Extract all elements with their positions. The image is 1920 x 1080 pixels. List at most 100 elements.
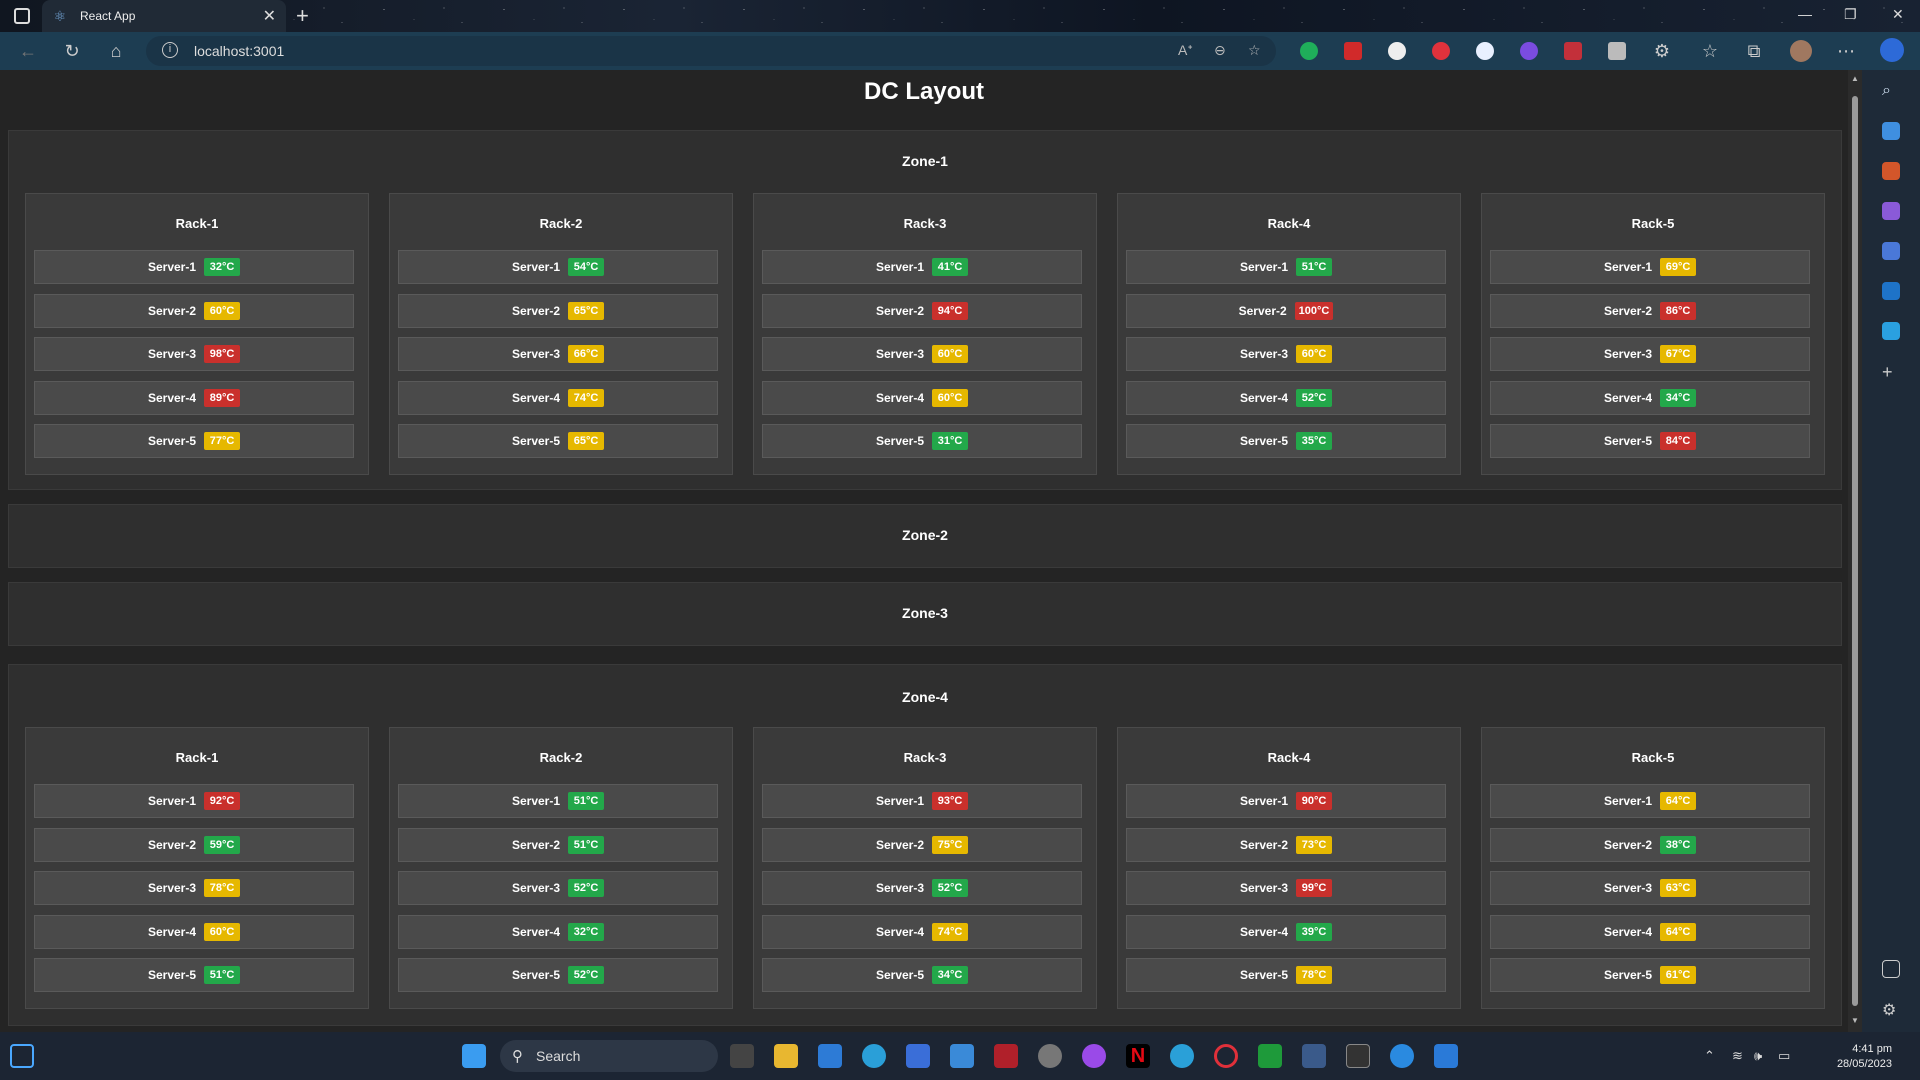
zoom-icon[interactable]: ⊖ (1214, 42, 1226, 59)
server-row[interactable]: Server-2 65°C (398, 293, 718, 328)
server-row[interactable]: Server-4 39°C (1126, 914, 1446, 949)
outlook-icon[interactable] (1882, 282, 1900, 300)
server-row[interactable]: Server-2 60°C (34, 293, 354, 328)
server-row[interactable]: Server-4 60°C (34, 914, 354, 949)
server-row[interactable]: Server-1 54°C (398, 250, 718, 284)
server-row[interactable]: Server-4 60°C (762, 380, 1082, 415)
opera-icon[interactable] (1214, 1044, 1238, 1068)
server-row[interactable]: Server-5 61°C (1490, 958, 1810, 992)
shopping-icon[interactable] (1882, 122, 1900, 140)
bing-chat-icon[interactable] (1880, 38, 1904, 62)
server-row[interactable]: Server-3 52°C (762, 871, 1082, 905)
minimize-icon[interactable]: — (1798, 6, 1812, 22)
site-info-icon[interactable]: i (162, 42, 178, 58)
edge-icon[interactable] (862, 1044, 886, 1068)
scroll-down-icon[interactable]: ▼ (1851, 1016, 1859, 1025)
server-row[interactable]: Server-1 41°C (762, 250, 1082, 284)
mail-icon[interactable] (818, 1044, 842, 1068)
search-icon[interactable]: ⌕ (1882, 82, 1900, 100)
server-row[interactable]: Server-3 67°C (1490, 337, 1810, 371)
messenger-icon[interactable] (1082, 1044, 1106, 1068)
tab-actions-icon[interactable] (14, 8, 30, 24)
extensions-icon[interactable]: ⚙ (1652, 41, 1672, 61)
taskbar-clock[interactable]: 4:41 pm 28/05/2023 (1812, 1042, 1892, 1072)
collections-icon[interactable]: ⧉ (1744, 41, 1764, 61)
server-row[interactable]: Server-3 60°C (1126, 337, 1446, 371)
app-icon[interactable] (994, 1044, 1018, 1068)
server-row[interactable]: Server-5 77°C (34, 424, 354, 458)
tools-icon[interactable] (1882, 162, 1900, 180)
hide-sidebar-icon[interactable] (1882, 960, 1900, 978)
docker-icon[interactable] (1390, 1044, 1414, 1068)
server-row[interactable]: Server-5 65°C (398, 424, 718, 458)
restore-icon[interactable]: ❐ (1844, 6, 1857, 23)
server-row[interactable]: Server-5 78°C (1126, 958, 1446, 992)
xbox-icon[interactable] (1258, 1044, 1282, 1068)
video-extension-icon[interactable] (1344, 42, 1362, 60)
server-row[interactable]: Server-5 52°C (398, 958, 718, 992)
server-row[interactable]: Server-2 59°C (34, 827, 354, 862)
server-row[interactable]: Server-5 51°C (34, 958, 354, 992)
favorites-icon[interactable]: ☆ (1700, 41, 1720, 61)
new-tab-icon[interactable]: + (296, 3, 309, 29)
server-row[interactable]: Server-2 51°C (398, 827, 718, 862)
app-icon[interactable] (1302, 1044, 1326, 1068)
close-tab-icon[interactable]: ✕ (263, 6, 276, 26)
server-row[interactable]: Server-4 74°C (398, 380, 718, 415)
battery-icon[interactable]: ▭ (1778, 1048, 1790, 1064)
server-row[interactable]: Server-1 51°C (1126, 250, 1446, 284)
server-row[interactable]: Server-3 66°C (398, 337, 718, 371)
settings-app-icon[interactable] (1038, 1044, 1062, 1068)
show-hidden-icons-icon[interactable]: ⌃ (1704, 1048, 1715, 1064)
reader-extension-icon[interactable] (1564, 42, 1582, 60)
server-row[interactable]: Server-2 73°C (1126, 827, 1446, 862)
read-aloud-icon[interactable]: Aᐩ (1178, 42, 1193, 59)
vscode-icon[interactable] (1434, 1044, 1458, 1068)
server-row[interactable]: Server-4 52°C (1126, 380, 1446, 415)
url-text[interactable]: localhost:3001 (194, 43, 284, 59)
page-scrollbar[interactable]: ▲ ▼ (1848, 70, 1862, 1032)
add-favorite-icon[interactable]: ☆ (1248, 42, 1261, 59)
server-row[interactable]: Server-4 74°C (762, 914, 1082, 949)
server-row[interactable]: Server-2 94°C (762, 293, 1082, 328)
server-row[interactable]: Server-1 93°C (762, 784, 1082, 818)
add-icon[interactable]: + (1882, 362, 1900, 382)
netflix-icon[interactable]: N (1126, 1044, 1150, 1068)
server-row[interactable]: Server-1 64°C (1490, 784, 1810, 818)
server-row[interactable]: Server-4 32°C (398, 914, 718, 949)
settings-icon[interactable]: ⚙ (1882, 1000, 1900, 1019)
server-row[interactable]: Server-1 69°C (1490, 250, 1810, 284)
calendar-icon[interactable] (950, 1044, 974, 1068)
server-row[interactable]: Server-1 51°C (398, 784, 718, 818)
extension-icon[interactable] (1388, 42, 1406, 60)
refresh-icon[interactable]: ↻ (62, 41, 82, 61)
server-row[interactable]: Server-1 92°C (34, 784, 354, 818)
server-row[interactable]: Server-3 60°C (762, 337, 1082, 371)
back-icon[interactable]: ← (18, 41, 38, 61)
microsoft365-icon[interactable] (1882, 242, 1900, 260)
file-explorer-icon[interactable] (774, 1044, 798, 1068)
server-row[interactable]: Server-1 90°C (1126, 784, 1446, 818)
address-bar[interactable]: i localhost:3001 Aᐩ ⊖ ☆ (146, 36, 1276, 66)
server-row[interactable]: Server-5 35°C (1126, 424, 1446, 458)
server-row[interactable]: Server-3 52°C (398, 871, 718, 905)
server-row[interactable]: Server-4 34°C (1490, 380, 1810, 415)
server-row[interactable]: Server-2 38°C (1490, 827, 1810, 862)
server-row[interactable]: Server-3 98°C (34, 337, 354, 371)
grammarly-icon[interactable] (1300, 42, 1318, 60)
server-row[interactable]: Server-4 89°C (34, 380, 354, 415)
taskbar-search[interactable]: ⚲ Search (500, 1040, 718, 1072)
server-row[interactable]: Server-3 78°C (34, 871, 354, 905)
scroll-thumb[interactable] (1852, 96, 1858, 1006)
close-window-icon[interactable]: ✕ (1892, 6, 1904, 23)
server-row[interactable]: Server-2 75°C (762, 827, 1082, 862)
server-row[interactable]: Server-3 63°C (1490, 871, 1810, 905)
vpn-extension-icon[interactable] (1520, 42, 1538, 60)
drop-icon[interactable] (1882, 322, 1900, 340)
scroll-up-icon[interactable]: ▲ (1851, 74, 1859, 83)
terminal-icon[interactable] (1346, 1044, 1370, 1068)
volume-icon[interactable]: 🕪 (1754, 1048, 1762, 1064)
server-row[interactable]: Server-3 99°C (1126, 871, 1446, 905)
server-row[interactable]: Server-5 84°C (1490, 424, 1810, 458)
profile-avatar[interactable] (1790, 40, 1812, 62)
